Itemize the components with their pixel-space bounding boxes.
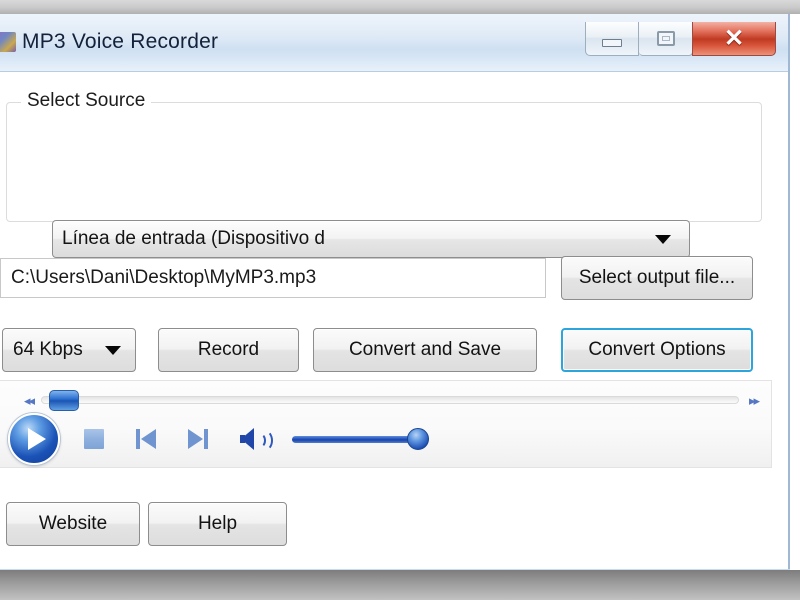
previous-triangle xyxy=(141,429,156,449)
previous-track-icon[interactable] xyxy=(136,428,156,450)
speaker-box xyxy=(240,435,245,443)
bitrate-combobox[interactable]: 64 Kbps xyxy=(2,328,136,372)
bitrate-value: 64 Kbps xyxy=(13,339,83,360)
seek-slider-thumb[interactable] xyxy=(49,390,80,411)
seek-slider[interactable] xyxy=(41,390,739,411)
play-button[interactable] xyxy=(8,413,60,465)
previous-bar xyxy=(136,429,140,449)
chevron-down-icon xyxy=(105,345,121,355)
select-source-group: Select Source xyxy=(6,90,762,222)
title-bar[interactable]: MP3 Voice Recorder ✕ xyxy=(0,14,788,72)
minimize-icon xyxy=(602,39,622,47)
play-icon xyxy=(28,428,46,450)
close-icon: ✕ xyxy=(723,24,745,52)
app-icon xyxy=(0,32,16,52)
help-button[interactable]: Help xyxy=(148,502,287,546)
media-player-panel: ◂◂ ▸▸ xyxy=(0,380,772,468)
record-button[interactable]: Record xyxy=(158,328,299,372)
website-button[interactable]: Website xyxy=(6,502,140,546)
desktop-background-top xyxy=(0,0,800,14)
select-output-file-button[interactable]: Select output file... xyxy=(561,256,753,300)
convert-options-button[interactable]: Convert Options xyxy=(561,328,753,372)
rewind-icon[interactable]: ◂◂ xyxy=(24,394,35,407)
transport-controls xyxy=(0,411,772,467)
volume-icon[interactable] xyxy=(240,427,273,451)
screen: MP3 Voice Recorder ✕ Select Source Línea… xyxy=(0,0,800,600)
chevron-down-icon xyxy=(655,234,671,244)
fast-forward-icon[interactable]: ▸▸ xyxy=(749,394,760,407)
next-track-icon[interactable] xyxy=(188,428,208,450)
mp3-voice-recorder-window: MP3 Voice Recorder ✕ Select Source Línea… xyxy=(0,14,790,576)
sound-wave-outer xyxy=(257,430,273,451)
minimize-button[interactable] xyxy=(585,22,639,56)
next-bar xyxy=(204,429,208,449)
source-device-combobox[interactable]: Línea de entrada (Dispositivo d xyxy=(52,220,690,258)
close-button[interactable]: ✕ xyxy=(692,22,776,56)
desktop-background-bottom xyxy=(0,570,800,600)
maximize-button[interactable] xyxy=(639,22,693,56)
seek-row: ◂◂ ▸▸ xyxy=(0,387,772,413)
convert-and-save-button[interactable]: Convert and Save xyxy=(313,328,537,372)
output-path-input[interactable]: C:\Users\Dani\Desktop\MyMP3.mp3 xyxy=(0,258,546,298)
desktop-background-right xyxy=(790,14,800,570)
volume-slider-thumb[interactable] xyxy=(407,427,429,450)
source-device-value: Línea de entrada (Dispositivo d xyxy=(62,228,325,249)
next-triangle xyxy=(188,429,203,449)
volume-slider[interactable] xyxy=(292,427,429,450)
window-controls: ✕ xyxy=(585,22,776,56)
select-source-legend: Select Source xyxy=(21,90,152,112)
client-area: Select Source Línea de entrada (Disposit… xyxy=(0,72,788,569)
maximize-icon xyxy=(656,31,675,46)
window-title: MP3 Voice Recorder xyxy=(22,30,219,53)
stop-icon[interactable] xyxy=(84,429,104,449)
